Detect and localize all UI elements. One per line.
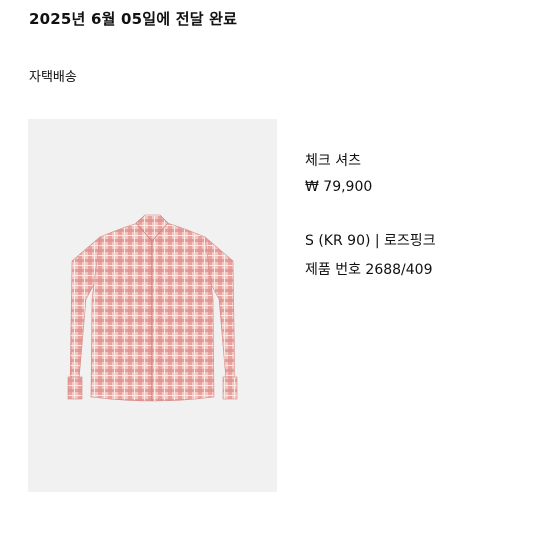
shirt-illustration [67,214,238,402]
product-number: 제품 번호 2688/409 [305,262,433,278]
product-name[interactable]: 체크 셔츠 [305,150,361,170]
delivery-method-label: 자택배송 [29,70,77,85]
delivery-status-title: 2025년 6월 05일에 전달 완료 [29,10,238,28]
product-image[interactable] [28,119,277,492]
product-option: S (KR 90) | 로즈핑크 [305,233,436,249]
product-price: ₩ 79,900 [305,179,373,195]
